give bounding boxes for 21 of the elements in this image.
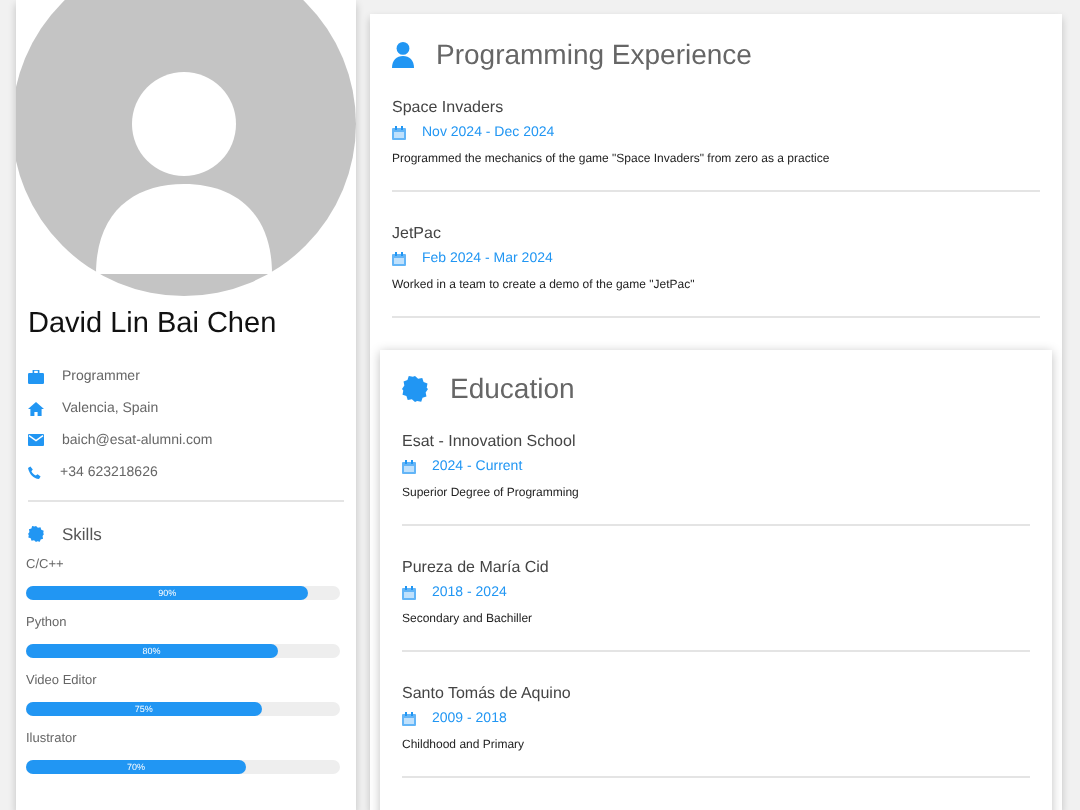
badge-icon <box>28 526 44 542</box>
calendar-icon <box>402 586 416 600</box>
item-title: JetPac <box>392 224 443 242</box>
briefcase-icon <box>28 369 44 383</box>
profile-name: David Lin Bai Chen <box>26 306 279 340</box>
section-title: Programming Experience <box>436 38 752 70</box>
item-title: Santo Tomás de Aquino <box>402 684 573 702</box>
mail-icon <box>28 434 44 446</box>
calendar-icon <box>392 252 406 266</box>
calendar-icon <box>402 712 416 726</box>
phone-icon <box>28 465 42 479</box>
item-title: Esat - Innovation School <box>402 432 578 450</box>
section-title: Education <box>450 372 575 404</box>
item-title: Pureza de María Cid <box>402 558 551 576</box>
calendar-icon <box>392 126 406 140</box>
home-icon <box>28 401 44 415</box>
skills-title: Skills <box>62 524 102 544</box>
person-icon <box>392 41 414 67</box>
calendar-icon <box>402 460 416 474</box>
badge-icon <box>402 375 428 401</box>
item-title: Space Invaders <box>392 98 506 116</box>
